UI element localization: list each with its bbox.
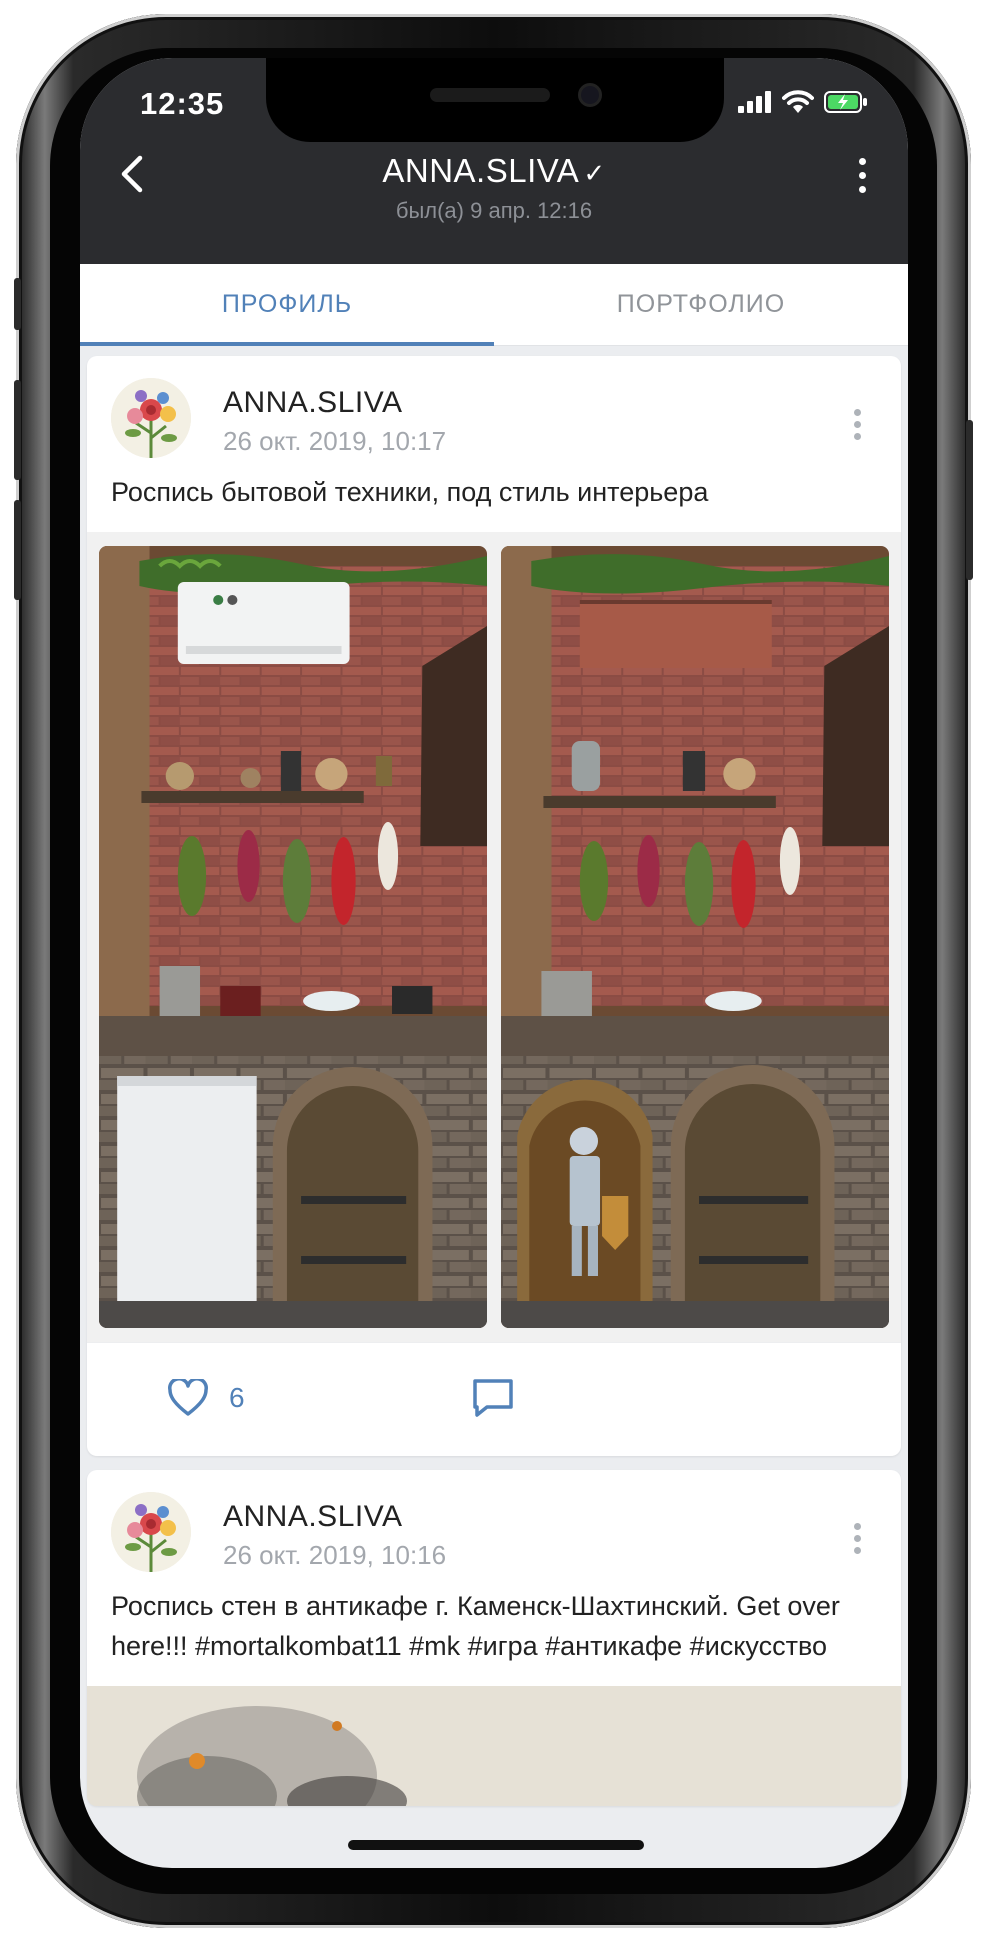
post-header: ANNA.SLIVA 26 окт. 2019, 10:17 [87,356,901,466]
antikafe-wall-photo-image [87,1686,901,1806]
kitchen-photo-image [99,546,487,1328]
post-card: ANNA.SLIVA 26 окт. 2019, 10:17 Роспись б… [87,356,901,1456]
post-date: 26 окт. 2019, 10:17 [223,426,447,456]
avatar[interactable] [111,378,191,458]
post-photo-before[interactable] [99,546,487,1328]
comment-icon [473,1379,513,1417]
post-menu-button[interactable] [847,404,867,444]
more-vertical-icon [858,157,866,165]
profile-title: ANNA.SLIVA ✓ [80,152,908,190]
post-date: 26 окт. 2019, 10:16 [223,1540,447,1570]
power-button [966,420,973,580]
status-time: 12:35 [140,86,225,121]
post-author[interactable]: ANNA.SLIVA [223,1500,403,1534]
post-text: Роспись стен в антикафе г. Каменск-Шахти… [111,1591,840,1661]
signal-icon [738,91,771,113]
like-count: 6 [229,1382,245,1413]
wifi-icon [782,90,814,113]
post-menu-button[interactable] [847,1518,867,1558]
verified-icon: ✓ [583,158,606,188]
post-photos [87,532,901,1342]
post-photo[interactable] [87,1686,901,1806]
avatar-flowers-image [111,1492,191,1572]
avatar[interactable] [111,1492,191,1572]
more-options-button[interactable] [842,150,882,200]
post-actions: 6 [87,1342,901,1456]
posts-feed: ANNA.SLIVA 26 окт. 2019, 10:17 Роспись б… [80,356,908,1820]
more-vertical-icon [853,1522,861,1530]
profile-tabs: ПРОФИЛЬ ПОРТФОЛИО [80,264,908,346]
post-header: ANNA.SLIVA 26 окт. 2019, 10:16 [87,1470,901,1580]
app-header: 12:35 ANNA.SLIVA ✓ был(а) 9 апр. 12:16 [80,58,908,264]
status-icons [738,90,868,114]
post-text: Роспись бытовой техники, под стиль интер… [111,477,709,507]
post-photo-after[interactable] [501,546,889,1328]
speaker [430,88,550,102]
last-seen: был(а) 9 апр. 12:16 [395,198,593,223]
post-author[interactable]: ANNA.SLIVA [223,386,403,420]
front-camera [578,83,602,107]
painted-kitchen-photo-image [501,546,889,1328]
volume-down-button [14,500,21,600]
phone-screen: 12:35 ANNA.SLIVA ✓ был(а) 9 апр. 12:16 П… [80,58,908,1868]
tab-profile[interactable]: ПРОФИЛЬ [80,264,494,346]
heart-icon [168,1379,208,1416]
battery-icon [824,91,867,113]
more-vertical-icon [853,408,861,416]
profile-name: ANNA.SLIVA [382,152,580,189]
tab-portfolio[interactable]: ПОРТФОЛИО [494,264,908,345]
like-button[interactable]: 6 [167,1379,245,1417]
avatar-flowers-image [111,378,191,458]
comment-button[interactable] [471,1377,515,1424]
home-indicator [348,1840,644,1850]
silent-switch [14,278,21,330]
volume-up-button [14,380,21,480]
post-card: ANNA.SLIVA 26 окт. 2019, 10:16 Роспись с… [87,1470,901,1806]
